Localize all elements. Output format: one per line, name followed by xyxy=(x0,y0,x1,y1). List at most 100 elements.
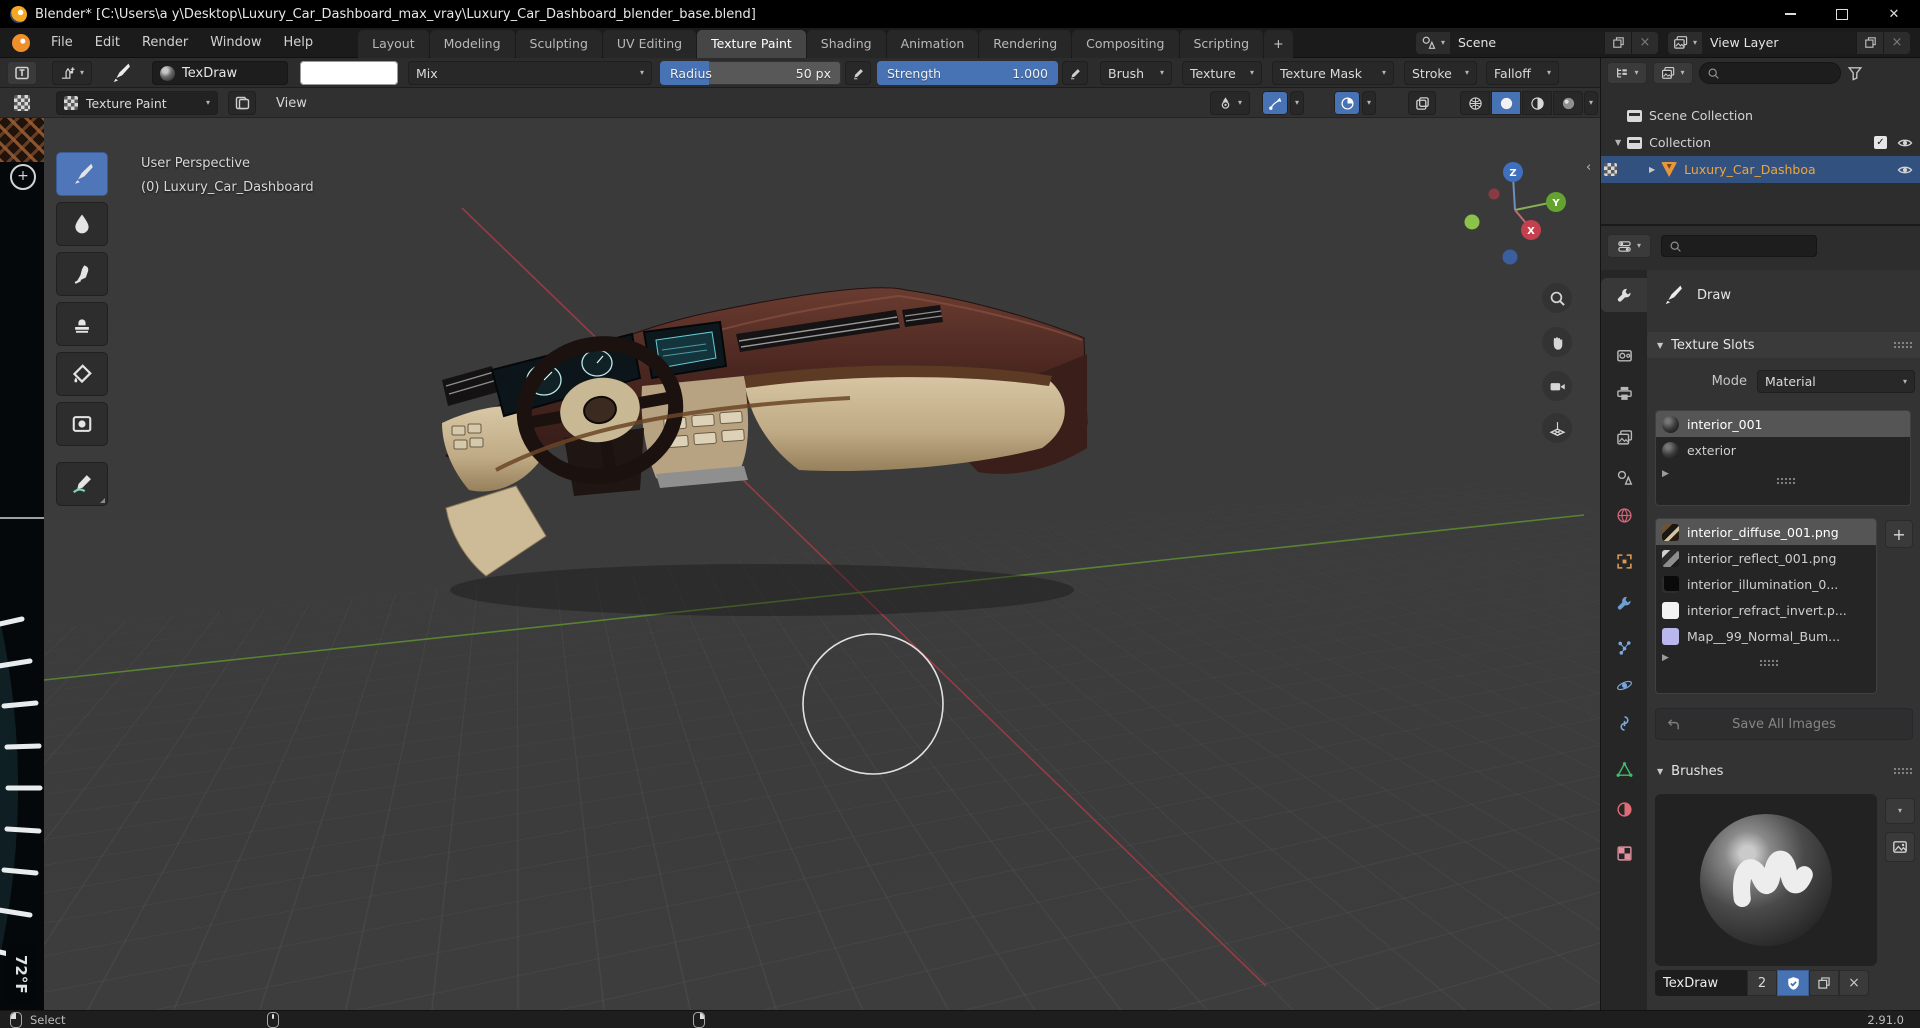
brush-preview-box[interactable] xyxy=(1655,794,1877,966)
tab-scripting[interactable]: Scripting xyxy=(1179,29,1264,58)
tool-draw-button[interactable] xyxy=(56,152,108,196)
mode-dropdown[interactable]: Texture Paint ▾ xyxy=(56,91,218,115)
view-layer-new-copy-button[interactable] xyxy=(1856,31,1883,54)
texture-slots-panel-header[interactable]: ▼ Texture Slots xyxy=(1647,332,1920,358)
area-splitter[interactable] xyxy=(1601,224,1920,226)
texture-popover[interactable]: Texture ▾ xyxy=(1182,61,1262,85)
tab-output[interactable] xyxy=(1601,376,1647,410)
tool-annotate-button[interactable] xyxy=(56,462,108,506)
tab-material[interactable] xyxy=(1601,792,1647,826)
sidebar-collapse-arrow[interactable]: ‹ xyxy=(1586,160,1591,175)
scene-new-copy-button[interactable] xyxy=(1604,31,1631,54)
brush-preview-button[interactable] xyxy=(100,61,140,85)
tab-texture-paint[interactable]: Texture Paint xyxy=(697,29,806,58)
outliner-filter-id-dropdown[interactable]: ▾ xyxy=(1653,62,1693,84)
eye-icon[interactable] xyxy=(1897,162,1913,178)
strength-pressure-button[interactable] xyxy=(1062,61,1088,85)
outliner-display-mode-dropdown[interactable]: ▾ xyxy=(1607,62,1647,84)
shading-rendered-button[interactable] xyxy=(1553,91,1583,115)
view-pie-button[interactable] xyxy=(228,91,256,115)
tool-fill-button[interactable] xyxy=(56,352,108,396)
image-editor-strip[interactable]: + 72°F xyxy=(0,58,44,1010)
minimize-button[interactable] xyxy=(1764,0,1816,28)
texture-image-preview[interactable]: + 72°F xyxy=(0,118,44,1010)
tool-mask-button[interactable] xyxy=(56,402,108,446)
view-layer-name-field[interactable]: View Layer xyxy=(1702,31,1856,54)
material-row-interior[interactable]: interior_001 xyxy=(1656,411,1910,437)
tab-layout[interactable]: Layout xyxy=(358,29,429,58)
tool-soften-button[interactable] xyxy=(56,202,108,246)
brush-name-field[interactable]: TexDraw xyxy=(152,61,288,85)
texture-mask-popover[interactable]: Texture Mask ▾ xyxy=(1272,61,1394,85)
outliner-search-input[interactable] xyxy=(1699,62,1841,84)
tab-physics[interactable] xyxy=(1601,668,1647,702)
menu-render[interactable]: Render xyxy=(131,30,199,55)
brush-name-field[interactable]: TexDraw xyxy=(1655,970,1747,996)
gizmo-axis-dot[interactable] xyxy=(1502,249,1518,265)
editor-type-button[interactable] xyxy=(7,60,37,85)
disclosure-triangle-icon[interactable]: ▶ xyxy=(1649,165,1655,174)
brush-popover[interactable]: Brush ▾ xyxy=(1100,61,1172,85)
list-resize-grip[interactable] xyxy=(1759,659,1780,667)
falloff-popover[interactable]: Falloff ▾ xyxy=(1486,61,1559,85)
overlays-dropdown[interactable]: ▾ xyxy=(1362,91,1376,115)
overlays-toggle[interactable] xyxy=(1334,91,1360,115)
gizmos-dropdown[interactable]: ▾ xyxy=(1290,91,1304,115)
tab-particles[interactable] xyxy=(1601,630,1647,664)
shading-wireframe-button[interactable] xyxy=(1460,91,1490,115)
outliner-row-collection[interactable]: ▼ Collection ✓ xyxy=(1601,129,1920,156)
tab-scene[interactable] xyxy=(1601,460,1647,494)
gizmos-toggle[interactable] xyxy=(1262,91,1288,115)
scene-browse-dropdown[interactable]: ▾ xyxy=(1416,31,1450,54)
tab-render[interactable] xyxy=(1601,338,1647,372)
texture-row-normal[interactable]: Map__99_Normal_Bum... xyxy=(1656,623,1876,649)
slot-mode-dropdown[interactable]: Material ▾ xyxy=(1757,370,1915,393)
menu-edit[interactable]: Edit xyxy=(84,30,131,55)
texture-row-illumination[interactable]: interior_illumination_0... xyxy=(1656,571,1876,597)
filter-funnel-icon[interactable] xyxy=(1847,65,1863,81)
eye-icon[interactable] xyxy=(1897,135,1913,151)
tool-smear-button[interactable] xyxy=(56,252,108,296)
menu-window[interactable]: Window xyxy=(199,30,272,55)
tab-texture[interactable] xyxy=(1601,836,1647,870)
view-layer-remove-button[interactable]: × xyxy=(1883,31,1910,54)
pan-view-button[interactable] xyxy=(1542,327,1572,357)
strength-slider[interactable]: Strength 1.000 xyxy=(877,61,1058,85)
paint-mode-checker-icon[interactable] xyxy=(14,94,30,111)
brushes-panel-header[interactable]: ▼ Brushes xyxy=(1647,758,1920,784)
tab-modeling[interactable]: Modeling xyxy=(429,29,515,58)
fake-user-toggle[interactable] xyxy=(1777,970,1809,996)
shading-material-button[interactable] xyxy=(1522,91,1552,115)
view-layer-browse-dropdown[interactable]: ▾ xyxy=(1668,31,1702,54)
tab-compositing[interactable]: Compositing xyxy=(1072,29,1179,58)
save-all-images-button[interactable]: Save All Images xyxy=(1655,708,1913,740)
brush-icon-button[interactable] xyxy=(1885,832,1915,862)
expand-triangle-icon[interactable]: ▶ xyxy=(1662,653,1669,663)
brush-preview-dropdown[interactable]: ▾ xyxy=(1885,798,1915,824)
scene-name-field[interactable]: Scene xyxy=(1450,31,1604,54)
tab-modifiers[interactable] xyxy=(1601,586,1647,620)
panel-drag-grip[interactable] xyxy=(1893,767,1913,775)
outliner-row-scene-collection[interactable]: Scene Collection xyxy=(1601,102,1920,129)
navigation-gizmo[interactable]: Z Y X xyxy=(1464,162,1567,265)
tab-shading[interactable]: Shading xyxy=(806,29,886,58)
camera-view-button[interactable] xyxy=(1542,371,1572,401)
tab-world[interactable] xyxy=(1601,498,1647,532)
collection-checkbox[interactable]: ✓ xyxy=(1874,136,1887,149)
stroke-popover[interactable]: Stroke ▾ xyxy=(1404,61,1477,85)
gizmo-axis-dot[interactable] xyxy=(1464,214,1480,230)
brush-color-swatch[interactable] xyxy=(300,61,398,85)
tab-uv-editing[interactable]: UV Editing xyxy=(602,29,697,58)
brush-preset-dropdown[interactable]: ▾ xyxy=(52,61,92,85)
zoom-view-button[interactable] xyxy=(1542,283,1572,313)
add-texture-slot-button[interactable]: + xyxy=(1885,520,1913,548)
properties-search-input[interactable] xyxy=(1661,235,1817,257)
xray-toggle[interactable] xyxy=(1408,91,1436,115)
texture-row-reflect[interactable]: interior_reflect_001.png xyxy=(1656,545,1876,571)
outliner-row-active-object[interactable]: ▶ Luxury_Car_Dashboa xyxy=(1601,156,1920,183)
menu-help[interactable]: Help xyxy=(273,30,325,55)
radius-slider[interactable]: Radius 50 px xyxy=(660,61,841,85)
object-visibility-dropdown[interactable]: ▾ xyxy=(1210,91,1250,115)
close-button[interactable]: ✕ xyxy=(1868,0,1920,28)
shading-dropdown[interactable]: ▾ xyxy=(1584,91,1598,115)
